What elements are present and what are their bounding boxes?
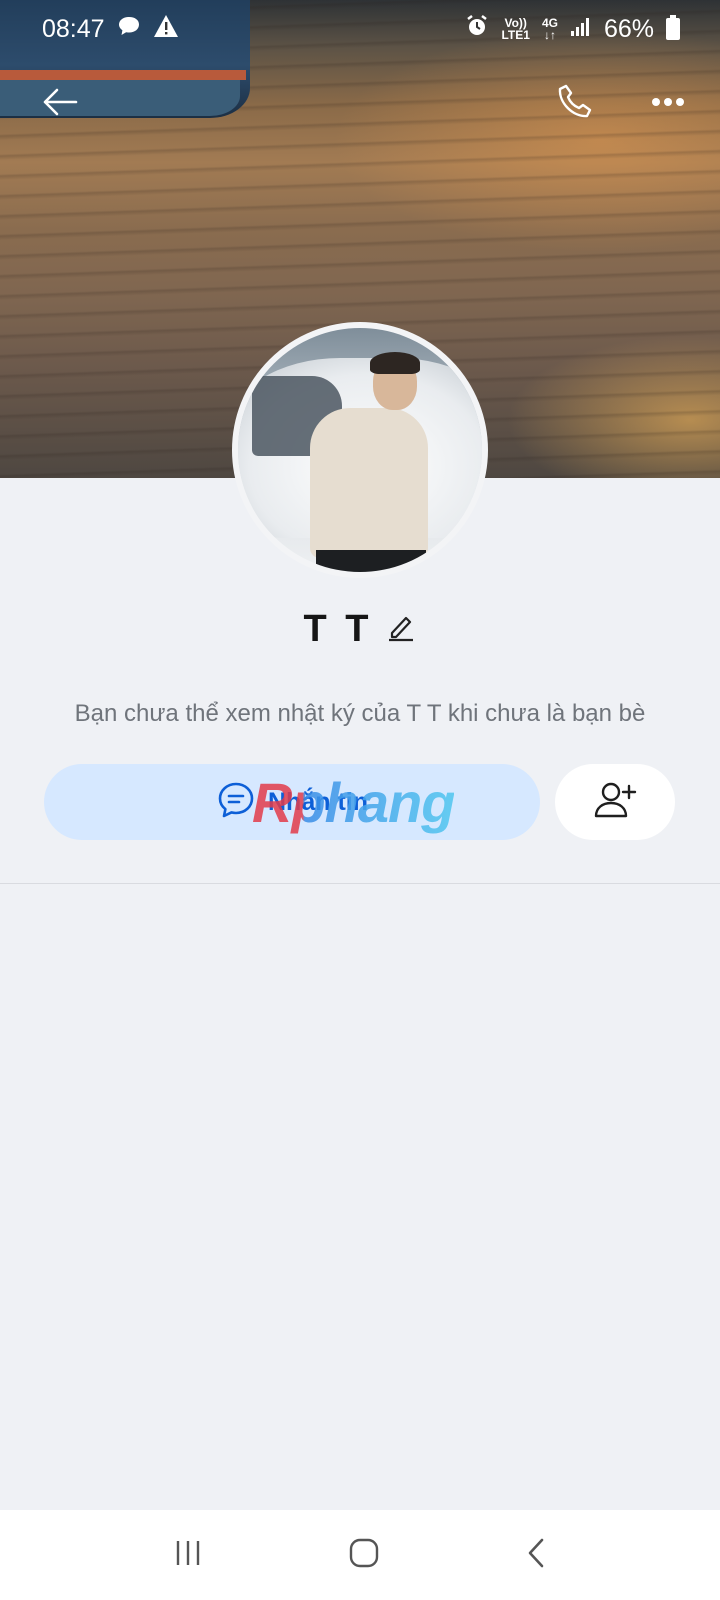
chat-bubble-icon <box>216 780 256 825</box>
battery-icon <box>666 15 680 40</box>
data-type-label: 4G <box>541 16 558 30</box>
message-label: Nhắn tin <box>268 787 368 816</box>
battery-level: 66% <box>603 14 654 43</box>
status-bar: 08:47 Vo)) LTE1 4G ↓↑ 66% <box>0 0 720 58</box>
profile-name: T T <box>303 607 373 650</box>
avatar-shirt <box>310 408 428 558</box>
status-time: 08:47 <box>42 14 105 43</box>
data-type: 4G ↓↑ <box>541 16 558 42</box>
pencil-icon[interactable] <box>386 611 416 648</box>
home-icon[interactable] <box>348 1537 380 1574</box>
privacy-note: Bạn chưa thể xem nhật ký của T T khi chư… <box>74 700 646 727</box>
back-icon[interactable] <box>525 1537 547 1574</box>
avatar-hair <box>370 352 420 374</box>
app-bar <box>0 72 720 132</box>
warning-icon <box>153 14 179 45</box>
app-bar-actions <box>550 76 694 128</box>
divider <box>0 883 720 884</box>
add-user-icon <box>593 780 637 825</box>
add-friend-button[interactable] <box>555 764 675 840</box>
network-bottom: LTE1 <box>501 28 530 42</box>
status-right: Vo)) LTE1 4G ↓↑ 66% <box>465 14 680 45</box>
avatar-pants <box>316 550 426 572</box>
status-left: 08:47 <box>42 14 179 45</box>
message-bubble-icon <box>117 15 141 44</box>
network-label: Vo)) LTE1 <box>501 17 529 41</box>
recent-apps-icon[interactable] <box>173 1538 203 1573</box>
back-arrow-icon[interactable] <box>34 76 86 128</box>
more-horizontal-icon[interactable] <box>642 76 694 128</box>
phone-icon[interactable] <box>550 76 602 128</box>
profile-name-row: T T <box>0 604 720 654</box>
avatar[interactable] <box>232 322 488 578</box>
signal-icon <box>570 15 592 44</box>
system-nav-bar <box>0 1510 720 1600</box>
alarm-icon <box>465 14 489 45</box>
message-button[interactable]: Nhắn tin <box>44 764 540 840</box>
